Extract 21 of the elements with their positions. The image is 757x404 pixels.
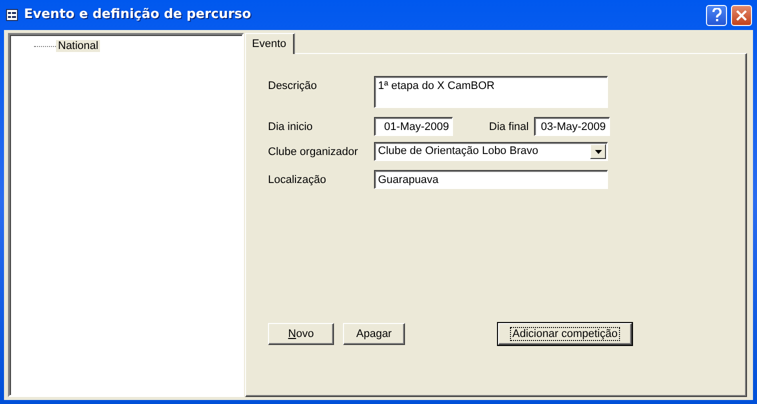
window-icon [6, 9, 18, 21]
close-icon [736, 10, 747, 21]
tree-item[interactable]: National [56, 40, 100, 52]
tab[interactable]: Evento [245, 33, 296, 54]
field-label: Descrição [268, 79, 318, 94]
description-field[interactable]: 1ª etapa do X CamBOR [374, 76, 608, 108]
window-title: Evento e definição de percurso [24, 6, 252, 24]
button[interactable]: Adicionar competição [498, 323, 632, 345]
dropdown-field[interactable]: Clube de Orientação Lobo Bravo [374, 142, 608, 161]
field-label: Localização [268, 173, 328, 188]
field-label: Clube organizador [268, 145, 359, 160]
field-label: Dia inicio [268, 120, 314, 135]
close-button[interactable] [731, 4, 752, 26]
field-label: Dia final [489, 120, 529, 135]
button[interactable]: Apagar [343, 323, 405, 345]
date-field[interactable]: 01-May-2009 [374, 117, 453, 136]
date-field[interactable]: 03-May-2009 [534, 117, 610, 136]
button[interactable]: Novo [268, 323, 334, 345]
text-field[interactable]: Guarapuava [374, 170, 608, 189]
help-icon [712, 8, 722, 22]
help-button[interactable] [706, 4, 727, 26]
